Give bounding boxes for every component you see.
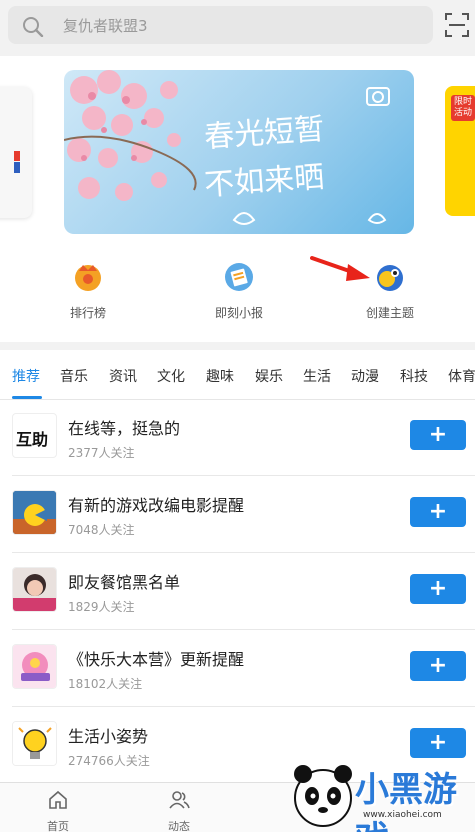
banner-prev-card[interactable] — [0, 87, 32, 218]
search-icon — [23, 17, 44, 37]
topic-list: 互助 在线等，挺急的 2377人关注 + 有新的游戏改编电影提醒 7048人关注… — [0, 400, 475, 782]
tab-news[interactable]: 资讯 — [109, 366, 137, 386]
topic-followers: 7048人关注 — [68, 523, 135, 537]
tab-anime[interactable]: 动漫 — [351, 366, 379, 386]
nav-home-label: 首页 — [47, 820, 69, 832]
watermark-url: www.xiaohei.com — [363, 810, 442, 820]
rank-icon — [75, 265, 101, 291]
tab-recommend[interactable]: 推荐 — [12, 366, 40, 386]
list-item[interactable]: 即友餐馆黑名单 1829人关注 + — [0, 554, 475, 631]
plus-icon: + — [428, 653, 448, 678]
nav-home[interactable]: 首页 — [28, 789, 88, 832]
nav-activity[interactable]: 动态 — [149, 789, 209, 832]
entry-daily-paper-label: 即刻小报 — [214, 306, 263, 320]
tab-life[interactable]: 生活 — [303, 366, 331, 386]
thumbnail-text: 互助 — [16, 430, 49, 449]
banner-section: 春光短暂 不如来晒 限时活动 排行榜 即刻小报 创建主题 — [0, 56, 475, 342]
people-icon — [169, 791, 190, 809]
list-item[interactable]: 互助 在线等，挺急的 2377人关注 + — [0, 400, 475, 477]
banner-headline-1: 春光短暂 — [203, 111, 326, 156]
topic-title: 在线等，挺急的 — [68, 419, 181, 438]
entry-ranking-label: 排行榜 — [69, 306, 106, 320]
topic-thumbnail: 互助 — [12, 413, 57, 458]
topic-thumbnail — [12, 567, 57, 612]
entry-daily-paper[interactable]: 即刻小报 — [189, 262, 289, 321]
topic-followers: 1829人关注 — [68, 600, 135, 614]
restaurant-blacklist-thumb — [13, 568, 56, 611]
row-divider — [12, 629, 475, 630]
home-icon — [49, 790, 67, 809]
game-movie-thumb — [13, 491, 56, 534]
topic-thumbnail — [12, 644, 57, 689]
watermark-text: 小黑游戏 — [355, 770, 457, 832]
tab-sports[interactable]: 体育 — [448, 366, 475, 386]
search-placeholder: 复仇者联盟3 — [63, 17, 148, 35]
limited-event-tag: 限时活动 — [451, 95, 475, 121]
scan-icon[interactable] — [444, 12, 470, 38]
red-arrow-annotation — [310, 256, 370, 281]
topic-title: 《快乐大本营》更新提醒 — [68, 650, 245, 669]
search-input[interactable]: 复仇者联盟3 — [8, 6, 433, 44]
watermark: 小黑游戏 www.xiaohei.com — [285, 752, 475, 832]
row-divider — [12, 552, 475, 553]
entry-create-topic-label: 创建主题 — [365, 306, 414, 320]
follow-button[interactable]: + — [410, 651, 466, 681]
banner-next-card[interactable]: 限时活动 — [445, 86, 475, 216]
panda-logo — [294, 765, 352, 827]
row-divider — [12, 475, 475, 476]
active-tab-indicator — [12, 396, 42, 399]
lightbulb-icon — [13, 722, 56, 765]
follow-button[interactable]: + — [410, 574, 466, 604]
list-item[interactable]: 有新的游戏改编电影提醒 7048人关注 + — [0, 477, 475, 554]
topic-followers: 274766人关注 — [68, 754, 150, 768]
happy-camp-thumb — [13, 645, 56, 688]
list-item[interactable]: 《快乐大本营》更新提醒 18102人关注 + — [0, 631, 475, 708]
entry-ranking[interactable]: 排行榜 — [38, 262, 138, 321]
plus-icon: + — [428, 576, 448, 601]
topic-title: 生活小姿势 — [68, 727, 149, 746]
topic-thumbnail — [12, 490, 57, 535]
tab-music[interactable]: 音乐 — [60, 366, 88, 386]
category-tabs: 推荐 音乐 资讯 文化 趣味 娱乐 生活 动漫 科技 体育 — [0, 350, 475, 400]
newspaper-icon — [225, 263, 253, 291]
tab-entertainment[interactable]: 娱乐 — [255, 366, 283, 386]
banner-card[interactable]: 春光短暂 不如来晒 — [64, 70, 414, 234]
tab-culture[interactable]: 文化 — [157, 366, 185, 386]
topic-title: 即友餐馆黑名单 — [68, 573, 181, 592]
plus-icon: + — [428, 499, 448, 524]
app-screen: 复仇者联盟3 春光短暂 不如来晒 限时活动 排行榜 即刻小报 创建主题 推荐 音… — [0, 0, 475, 832]
banner-prev-mark — [14, 151, 20, 173]
topic-followers: 18102人关注 — [68, 677, 143, 691]
follow-button[interactable]: + — [410, 420, 466, 450]
row-divider — [12, 706, 475, 707]
topic-followers: 2377人关注 — [68, 446, 135, 460]
create-topic-icon — [377, 265, 403, 291]
plus-icon: + — [428, 422, 448, 447]
banner-headline-2: 不如来晒 — [203, 159, 326, 204]
topic-title: 有新的游戏改编电影提醒 — [68, 496, 245, 515]
topic-thumbnail — [12, 721, 57, 766]
top-bar: 复仇者联盟3 — [0, 0, 475, 52]
tab-fun[interactable]: 趣味 — [206, 366, 234, 386]
follow-button[interactable]: + — [410, 497, 466, 527]
nav-activity-label: 动态 — [168, 820, 190, 832]
tab-tech[interactable]: 科技 — [400, 366, 428, 386]
